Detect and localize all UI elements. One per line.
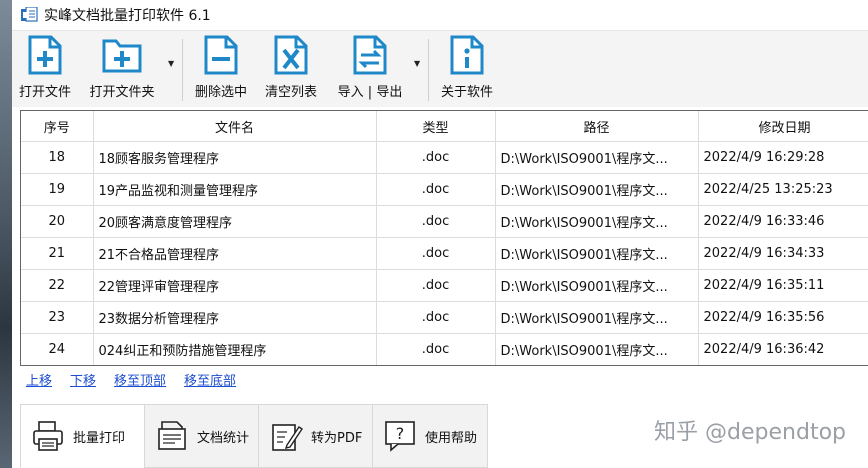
open-file-icon <box>28 35 62 75</box>
tab-batch-print-label: 批量打印 <box>73 430 126 446</box>
delete-selected-icon <box>204 35 238 75</box>
file-type: .doc <box>376 237 496 270</box>
move-down-link[interactable]: 下移 <box>70 370 96 390</box>
move-up-link[interactable]: 上移 <box>26 370 52 390</box>
row-number: 23 <box>21 301 94 334</box>
tab-help-label: 使用帮助 <box>425 430 478 446</box>
edit-document-icon <box>272 424 303 451</box>
document-stats-icon <box>158 421 186 450</box>
toolbar: 打开文件 打开文件夹 ▼ 删除选中 清空列表 导入 | 导出 ▼ 关于软件 <box>12 30 868 107</box>
list-navigation: 上移 下移 移至顶部 移至底部 <box>26 370 236 390</box>
modified-date: 2022/4/9 16:36:42 <box>698 333 868 365</box>
modified-date: 2022/4/9 16:35:11 <box>698 269 868 302</box>
row-number: 18 <box>21 141 94 174</box>
file-path: D:\Work\ISO9001\程序文... <box>495 141 699 174</box>
printer-icon <box>33 421 63 451</box>
tab-to-pdf[interactable]: 转为PDF <box>258 404 374 468</box>
title-bar: 实峰文档批量打印软件 6.1 <box>12 0 868 30</box>
file-type: .doc <box>376 173 496 206</box>
open-folder-dropdown-icon[interactable]: ▼ <box>168 59 174 68</box>
column-header-path[interactable]: 路径 <box>495 111 699 142</box>
file-path: D:\Work\ISO9001\程序文... <box>495 237 699 270</box>
open-folder-label: 打开文件夹 <box>89 85 155 100</box>
column-header-no[interactable]: 序号 <box>21 111 94 142</box>
import-export-button[interactable]: 导入 | 导出 <box>330 35 410 100</box>
file-path: D:\Work\ISO9001\程序文... <box>495 301 699 334</box>
svg-text:?: ? <box>396 424 405 443</box>
import-export-icon <box>353 35 387 75</box>
table-row[interactable]: 19 19产品监视和测量管理程序 .doc D:\Work\ISO9001\程序… <box>21 173 868 206</box>
modified-date: 2022/4/9 16:29:28 <box>698 141 868 174</box>
app-logo-icon <box>21 7 38 22</box>
row-number: 22 <box>21 269 94 302</box>
column-header-type[interactable]: 类型 <box>376 111 496 142</box>
desktop-background <box>0 0 12 468</box>
clear-list-label: 清空列表 <box>264 85 317 100</box>
row-number: 20 <box>21 205 94 238</box>
modified-date: 2022/4/9 16:35:56 <box>698 301 868 334</box>
row-number: 24 <box>21 333 94 365</box>
column-header-modified[interactable]: 修改日期 <box>698 111 868 142</box>
modified-date: 2022/4/25 13:25:23 <box>698 173 868 206</box>
toolbar-separator <box>182 39 183 101</box>
move-to-bottom-link[interactable]: 移至底部 <box>184 370 236 390</box>
tab-doc-stats[interactable]: 文档统计 <box>144 404 260 468</box>
file-path: D:\Work\ISO9001\程序文... <box>495 333 699 365</box>
open-folder-icon <box>102 39 142 73</box>
app-window: 实峰文档批量打印软件 6.1 打开文件 打开文件夹 ▼ 删除选中 清空列表 导入… <box>12 0 868 468</box>
clear-list-icon <box>274 35 308 75</box>
window-title: 实峰文档批量打印软件 6.1 <box>44 8 211 24</box>
file-path: D:\Work\ISO9001\程序文... <box>495 205 699 238</box>
delete-selected-button[interactable]: 删除选中 <box>190 35 252 100</box>
delete-selected-label: 删除选中 <box>194 85 247 100</box>
file-name: 23数据分析管理程序 <box>93 301 377 334</box>
about-label: 关于软件 <box>440 85 493 100</box>
clear-list-button[interactable]: 清空列表 <box>260 35 322 100</box>
file-name: 19产品监视和测量管理程序 <box>93 173 377 206</box>
file-type: .doc <box>376 301 496 334</box>
row-number: 21 <box>21 237 94 270</box>
open-file-button[interactable]: 打开文件 <box>14 35 76 100</box>
open-folder-button[interactable]: 打开文件夹 <box>84 35 160 100</box>
tab-batch-print[interactable]: 批量打印 <box>20 404 146 468</box>
import-export-dropdown-icon[interactable]: ▼ <box>414 59 420 68</box>
file-name: 20顾客满意度管理程序 <box>93 205 377 238</box>
file-name: 22管理评审管理程序 <box>93 269 377 302</box>
tab-to-pdf-label: 转为PDF <box>311 430 363 446</box>
open-file-label: 打开文件 <box>18 85 71 100</box>
table-row[interactable]: 18 18顾客服务管理程序 .doc D:\Work\ISO9001\程序文..… <box>21 141 868 174</box>
file-path: D:\Work\ISO9001\程序文... <box>495 269 699 302</box>
modified-date: 2022/4/9 16:33:46 <box>698 205 868 238</box>
table-row[interactable]: 22 22管理评审管理程序 .doc D:\Work\ISO9001\程序文..… <box>21 269 868 302</box>
column-header-filename[interactable]: 文件名 <box>93 111 377 142</box>
tab-help[interactable]: ? 使用帮助 <box>372 404 488 468</box>
table-header-row: 序号 文件名 类型 路径 修改日期 <box>21 111 868 142</box>
table-row[interactable]: 24 024纠正和预防措施管理程序 .doc D:\Work\ISO9001\程… <box>21 333 868 365</box>
tab-doc-stats-label: 文档统计 <box>197 430 250 446</box>
file-type: .doc <box>376 205 496 238</box>
file-path: D:\Work\ISO9001\程序文... <box>495 173 699 206</box>
file-name: 18顾客服务管理程序 <box>93 141 377 174</box>
about-button[interactable]: 关于软件 <box>436 35 498 100</box>
table-row[interactable]: 23 23数据分析管理程序 .doc D:\Work\ISO9001\程序文..… <box>21 301 868 334</box>
file-name: 21不合格品管理程序 <box>93 237 377 270</box>
table-row[interactable]: 21 21不合格品管理程序 .doc D:\Work\ISO9001\程序文..… <box>21 237 868 270</box>
file-type: .doc <box>376 141 496 174</box>
info-icon <box>450 35 484 75</box>
import-export-label: 导入 | 导出 <box>337 85 403 100</box>
watermark: 知乎 @dependtop <box>654 420 846 445</box>
table-row[interactable]: 20 20顾客满意度管理程序 .doc D:\Work\ISO9001\程序文.… <box>21 205 868 238</box>
file-name: 024纠正和预防措施管理程序 <box>93 333 377 365</box>
file-list-table[interactable]: 序号 文件名 类型 路径 修改日期 18 18顾客服务管理程序 .doc D:\… <box>20 110 868 366</box>
file-type: .doc <box>376 333 496 365</box>
row-number: 19 <box>21 173 94 206</box>
help-icon: ? <box>385 421 415 452</box>
move-to-top-link[interactable]: 移至顶部 <box>114 370 166 390</box>
toolbar-separator <box>428 39 429 101</box>
file-type: .doc <box>376 269 496 302</box>
modified-date: 2022/4/9 16:34:33 <box>698 237 868 270</box>
